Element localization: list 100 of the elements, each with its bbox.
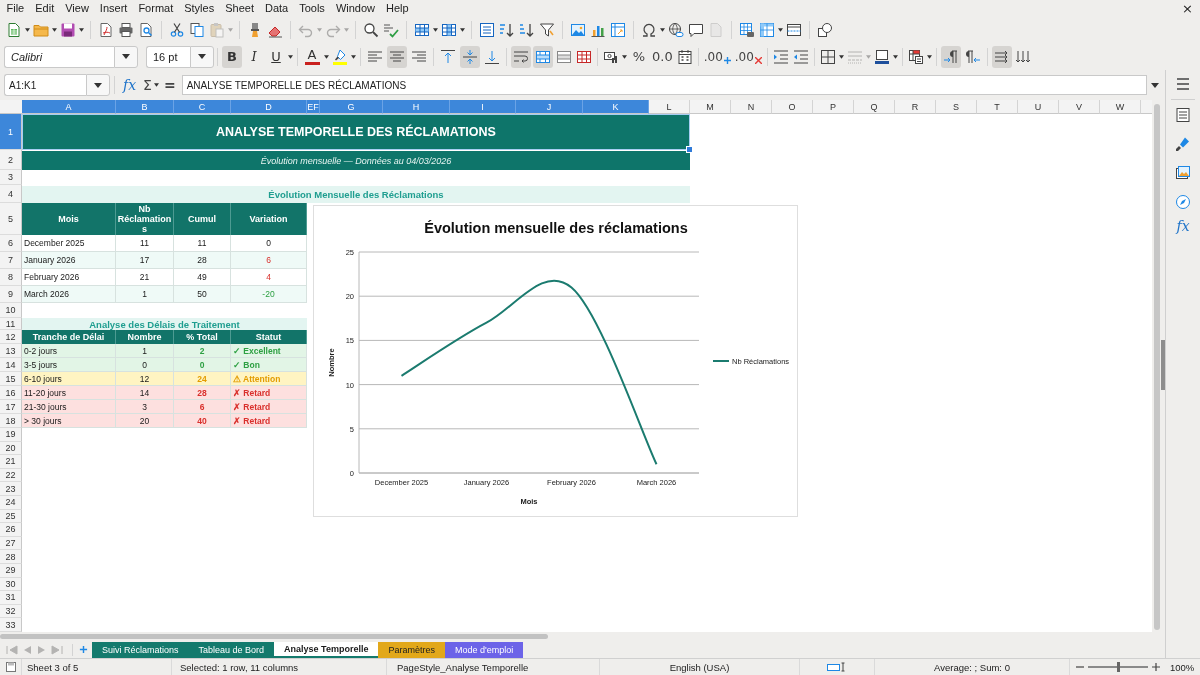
caret-icon[interactable]: [79, 28, 84, 32]
font-size-field[interactable]: 16 pt: [146, 45, 190, 68]
scrollbar-thumb[interactable]: [1154, 104, 1160, 630]
sort-descending-icon[interactable]: [519, 22, 535, 38]
merge-center-button[interactable]: [533, 45, 553, 68]
menu-item[interactable]: Window: [330, 1, 381, 16]
menu-item[interactable]: View: [59, 1, 95, 16]
conditional-format-icon[interactable]: [907, 48, 924, 65]
name-box[interactable]: A1:K1: [4, 74, 86, 96]
column-header[interactable]: A: [22, 100, 116, 114]
caret-icon[interactable]: [25, 28, 30, 32]
menu-item[interactable]: Tools: [293, 1, 331, 16]
paragraph-ltr-button[interactable]: [940, 45, 961, 68]
italic-button[interactable]: I: [244, 45, 264, 68]
caret-icon[interactable]: [433, 28, 438, 32]
column-header[interactable]: D: [231, 100, 307, 114]
caret-icon[interactable]: [926, 54, 932, 59]
column-header[interactable]: H: [383, 100, 450, 114]
dropdown-button[interactable]: [190, 45, 214, 68]
selection-handle[interactable]: [686, 146, 693, 153]
caret-icon[interactable]: [351, 54, 356, 59]
table-columns-icon[interactable]: [441, 22, 457, 38]
column-header[interactable]: EF: [307, 100, 320, 114]
freeze-panes-icon[interactable]: [759, 22, 775, 38]
scrollbar-thumb[interactable]: [0, 634, 548, 639]
compass-icon[interactable]: [1175, 194, 1191, 210]
add-sheet-icon[interactable]: [79, 645, 88, 654]
indent-increase-icon[interactable]: [772, 48, 789, 65]
dropdown-button[interactable]: [86, 74, 110, 96]
speech-bubble-icon[interactable]: [688, 22, 704, 38]
caret-icon[interactable]: [324, 54, 329, 59]
column-header[interactable]: C: [174, 100, 231, 114]
caret-icon[interactable]: [660, 28, 665, 32]
vertical-text-icon[interactable]: [1014, 48, 1031, 65]
formula-button[interactable]: =: [159, 77, 180, 93]
pivot-table-icon[interactable]: [610, 22, 626, 38]
split-window-icon[interactable]: [786, 22, 802, 38]
save-icon[interactable]: [60, 22, 76, 38]
column-header[interactable]: B: [116, 100, 174, 114]
column-header[interactable]: K: [583, 100, 649, 114]
delete-decimal-button[interactable]: .00: [733, 45, 763, 68]
filter-icon[interactable]: [539, 22, 555, 38]
bold-button[interactable]: B: [222, 45, 242, 68]
selection-mode-icon[interactable]: [827, 662, 847, 672]
function-wizard-button[interactable]: fx: [120, 77, 140, 93]
number-format-button[interactable]: 0.0: [651, 45, 674, 68]
copy-icon[interactable]: [189, 22, 205, 38]
print-preview-icon[interactable]: [138, 22, 154, 38]
sort-icon[interactable]: [479, 22, 495, 38]
menu-item[interactable]: File: [1, 1, 30, 16]
row-header[interactable]: 11: [0, 318, 22, 330]
sort-ascending-icon[interactable]: [499, 22, 515, 38]
column-header[interactable]: J: [516, 100, 583, 114]
sheet-tab[interactable]: Paramètres: [378, 641, 445, 658]
borders-icon[interactable]: [819, 48, 836, 65]
menu-item[interactable]: Edit: [29, 1, 60, 16]
percent-format-button[interactable]: %: [629, 45, 649, 68]
row-header[interactable]: 19: [0, 428, 22, 442]
column-header[interactable]: G: [320, 100, 383, 114]
zoom-out-icon[interactable]: [1076, 663, 1084, 671]
sheet-tab[interactable]: Analyse Temporelle: [274, 641, 379, 658]
font-color-button[interactable]: A: [302, 45, 322, 68]
new-spreadsheet-icon[interactable]: [6, 22, 22, 38]
zoom-in-icon[interactable]: [1152, 663, 1160, 671]
brush-icon[interactable]: [1175, 136, 1191, 152]
gallery-icon[interactable]: [1175, 165, 1191, 181]
properties-icon[interactable]: [1175, 107, 1191, 123]
text-direction-button[interactable]: [991, 45, 1012, 68]
close-button[interactable]: ×: [1179, 1, 1196, 16]
formula-input[interactable]: ANALYSE TEMPORELLE DES RÉCLAMATIONS: [181, 75, 1147, 95]
sheet-tab[interactable]: Mode d'emploi: [445, 641, 524, 658]
caret-icon[interactable]: [622, 54, 627, 59]
functions-button[interactable]: fx: [1174, 218, 1192, 234]
menu-item[interactable]: Sheet: [219, 1, 260, 16]
caret-icon[interactable]: [153, 83, 159, 87]
scissors-icon[interactable]: [169, 22, 185, 38]
splitter-handle[interactable]: [1161, 340, 1165, 390]
shapes-icon[interactable]: [817, 22, 833, 38]
font-name-field[interactable]: Calibri: [4, 45, 114, 68]
omega-icon[interactable]: [641, 22, 657, 38]
split-cells-icon[interactable]: [576, 48, 592, 65]
caret-icon[interactable]: [838, 54, 844, 59]
document-status-icon[interactable]: [4, 661, 17, 673]
border-color-icon[interactable]: [873, 48, 890, 65]
spellcheck-icon[interactable]: [383, 22, 399, 38]
globe-link-icon[interactable]: [668, 22, 684, 38]
table-rows-icon[interactable]: [414, 22, 430, 38]
add-decimal-button[interactable]: .00: [702, 45, 732, 68]
caret-icon[interactable]: [892, 54, 898, 59]
caret-icon[interactable]: [460, 28, 465, 32]
indent-decrease-icon[interactable]: [792, 48, 809, 65]
dropdown-button[interactable]: [114, 45, 138, 68]
menu-icon[interactable]: [1175, 76, 1191, 92]
image-icon[interactable]: [570, 22, 586, 38]
wrap-text-button[interactable]: [511, 45, 531, 68]
calendar-icon[interactable]: [676, 48, 693, 65]
menu-item[interactable]: Help: [380, 1, 415, 16]
row-header[interactable]: 31: [0, 591, 22, 605]
caret-icon[interactable]: [52, 28, 57, 32]
pdf-export-icon[interactable]: [98, 22, 114, 38]
